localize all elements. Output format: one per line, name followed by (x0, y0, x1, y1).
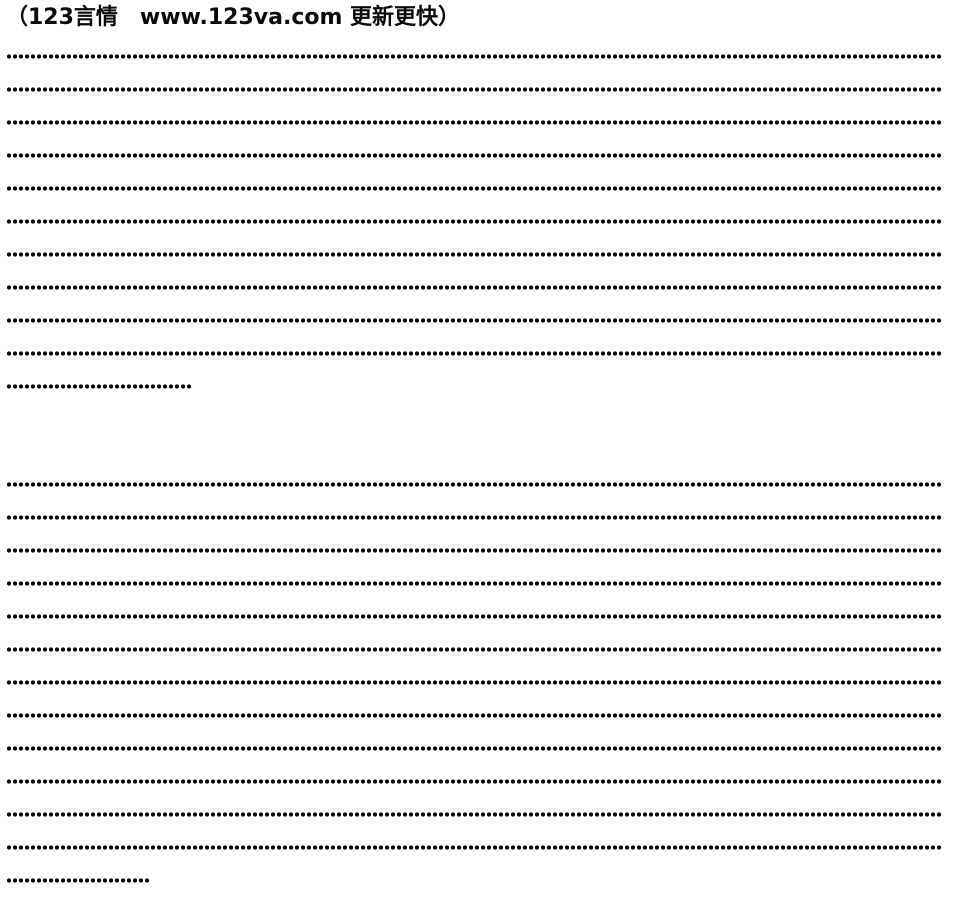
dot-row (6, 779, 942, 784)
dotted-text-line (6, 470, 946, 503)
dotted-text-line (6, 767, 946, 800)
dotted-text-line (6, 800, 946, 833)
dot-row (6, 54, 942, 59)
dotted-text-line (6, 108, 946, 141)
dotted-text-line (6, 503, 946, 536)
dotted-text-line (6, 273, 946, 306)
dotted-text-line (6, 372, 946, 405)
dot-row (6, 318, 942, 323)
dotted-text-line (6, 174, 946, 207)
dotted-text-line (6, 240, 946, 273)
dot-row (6, 581, 942, 586)
dotted-text-line (6, 339, 946, 372)
dot-row (6, 482, 942, 487)
dot-row (6, 713, 942, 718)
dot-row (6, 153, 942, 158)
dotted-text-line (6, 635, 946, 668)
dotted-text-line (6, 207, 946, 240)
dotted-text-line (6, 866, 946, 899)
dot-row (6, 120, 942, 125)
dotted-text-line (6, 141, 946, 174)
dot-row (6, 186, 942, 191)
dotted-text-line (6, 569, 946, 602)
source-header: （123言情 www.123va.com 更新更快） (6, 5, 461, 30)
dotted-text-line (6, 42, 946, 75)
dot-row (6, 252, 942, 257)
dotted-text-line (6, 668, 946, 701)
dot-row (6, 746, 942, 751)
dotted-text-line (6, 833, 946, 866)
dot-row (6, 351, 942, 356)
dotted-text-line (6, 701, 946, 734)
dot-row (6, 878, 150, 883)
dot-row (6, 384, 192, 389)
dotted-text-line (6, 734, 946, 767)
dot-row (6, 219, 942, 224)
dot-row (6, 515, 942, 520)
dotted-text-line (6, 75, 946, 108)
dot-row (6, 680, 942, 685)
dotted-text-line (6, 602, 946, 635)
dot-row (6, 647, 942, 652)
dot-row (6, 614, 942, 619)
document-page: （123言情 www.123va.com 更新更快） (0, 0, 980, 894)
dotted-text-line (6, 306, 946, 339)
dot-row (6, 548, 942, 553)
dot-row (6, 845, 942, 850)
dot-row (6, 812, 942, 817)
dot-row (6, 285, 942, 290)
paragraph-2 (6, 470, 946, 899)
paragraph-1 (6, 42, 946, 405)
dotted-text-line (6, 536, 946, 569)
dot-row (6, 87, 942, 92)
